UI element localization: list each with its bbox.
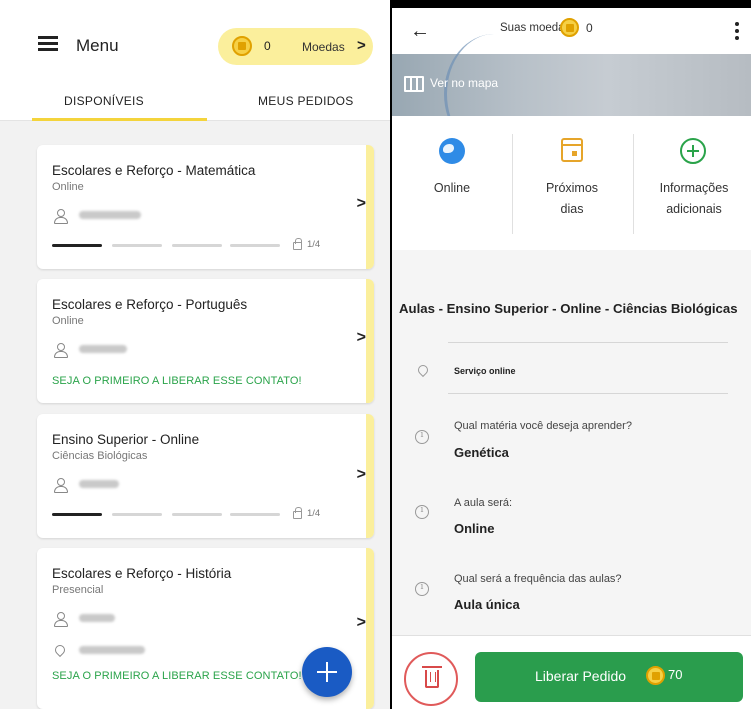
user-icon — [54, 612, 68, 627]
question-label: A aula será: — [454, 497, 513, 509]
progress-count: 1/4 — [307, 239, 321, 250]
card-subtitle: Online — [52, 181, 84, 193]
progress-segment — [172, 244, 222, 247]
question-label: Qual será a frequência das aulas? — [454, 573, 622, 585]
trash-icon — [422, 666, 442, 688]
lock-icon — [293, 507, 302, 519]
active-tab-indicator — [32, 118, 207, 121]
chevron-right-icon: > — [356, 329, 366, 346]
card-accent — [366, 145, 374, 269]
hamburger-menu-icon[interactable] — [38, 36, 58, 52]
user-icon — [54, 478, 68, 493]
plus-circle-icon — [680, 138, 706, 164]
info-online: Online — [392, 116, 512, 250]
divider — [448, 342, 728, 343]
menu-label: Menu — [76, 36, 119, 55]
card-title: Escolares e Reforço - Português — [52, 297, 248, 312]
question-answer: Online — [454, 521, 495, 536]
request-card[interactable]: Ensino Superior - Online Ciências Biológ… — [37, 414, 374, 538]
card-title: Escolares e Reforço - Matemática — [52, 163, 256, 178]
info-label: Próximos dias — [545, 181, 599, 216]
calendar-icon — [561, 138, 583, 162]
request-card[interactable]: Escolares e Reforço - Matemática Online … — [37, 145, 374, 269]
progress-segment — [230, 244, 280, 247]
progress-segment — [172, 513, 222, 516]
progress-segment — [230, 513, 280, 516]
action-bar: Liberar Pedido 70 — [392, 635, 751, 709]
release-cost: 70 — [668, 667, 683, 682]
blurred-client-name — [79, 211, 141, 219]
chevron-right-icon: > — [357, 37, 366, 54]
chevron-right-icon: > — [356, 614, 366, 631]
tab-available[interactable]: DISPONÍVEIS — [64, 94, 144, 108]
card-subtitle: Presencial — [52, 584, 104, 596]
delete-button[interactable] — [404, 652, 458, 706]
coin-icon — [232, 36, 252, 56]
first-to-release-cta: SEJA O PRIMEIRO A LIBERAR ESSE CONTATO! — [52, 670, 302, 682]
coin-icon — [560, 18, 579, 37]
question-answer: Aula única — [454, 597, 520, 612]
request-card[interactable]: Escolares e Reforço - Português Online >… — [37, 279, 374, 403]
progress-segment — [112, 244, 162, 247]
map-banner[interactable]: Ver no mapa — [392, 34, 751, 154]
info-icon — [415, 505, 429, 519]
coins-label: Moedas — [302, 40, 345, 54]
card-accent — [366, 279, 374, 403]
info-icon — [415, 430, 429, 444]
question-label: Qual matéria você deseja aprender? — [454, 420, 632, 432]
coins-count: 0 — [264, 39, 271, 53]
info-additional[interactable]: Informações adicionais — [633, 116, 751, 250]
question-answer: Genética — [454, 445, 509, 460]
blurred-client-name — [79, 345, 127, 353]
card-title: Ensino Superior - Online — [52, 432, 200, 447]
coins-value: 0 — [586, 21, 593, 35]
globe-icon — [439, 138, 465, 164]
back-arrow-icon[interactable]: ← — [410, 20, 430, 43]
requests-list-screen: Menu 0 Moedas > DISPONÍVEIS MEUS PEDIDOS… — [0, 0, 390, 709]
more-options-icon[interactable] — [735, 22, 739, 43]
lock-icon — [293, 238, 302, 250]
app-header: Menu 0 Moedas > DISPONÍVEIS MEUS PEDIDOS — [0, 0, 390, 121]
chevron-right-icon: > — [356, 195, 366, 212]
release-label: Liberar Pedido — [535, 668, 627, 684]
first-to-release-cta: SEJA O PRIMEIRO A LIBERAR ESSE CONTATO! — [52, 375, 302, 387]
progress-count: 1/4 — [307, 508, 321, 519]
coins-button[interactable]: 0 Moedas > — [218, 28, 373, 65]
release-request-button[interactable]: Liberar Pedido 70 — [475, 652, 743, 702]
blurred-client-name — [79, 480, 119, 488]
add-button[interactable] — [302, 647, 352, 697]
progress-segment — [52, 244, 102, 247]
info-icon — [415, 582, 429, 596]
progress-segment — [112, 513, 162, 516]
info-label: Online — [433, 181, 471, 195]
card-accent — [366, 548, 374, 709]
user-icon — [54, 343, 68, 358]
info-label: Informações adicionais — [659, 181, 729, 216]
user-icon — [54, 209, 68, 224]
tab-my-requests[interactable]: MEUS PEDIDOS — [258, 94, 354, 108]
chevron-right-icon: > — [356, 466, 366, 483]
progress-segment — [52, 513, 102, 516]
card-subtitle: Online — [52, 315, 84, 327]
card-title: Escolares e Reforço - História — [52, 566, 232, 581]
blurred-address — [79, 646, 145, 654]
card-accent — [366, 414, 374, 538]
location-pin-icon — [52, 642, 68, 658]
request-title: Aulas - Ensino Superior - Online - Ciênc… — [399, 301, 738, 316]
coin-icon — [646, 666, 665, 685]
request-info-row: Online Próximos dias Informações adicion… — [392, 116, 751, 250]
service-location: Serviço online — [454, 366, 516, 376]
info-next-days: Próximos dias — [512, 116, 632, 250]
divider — [448, 393, 728, 394]
map-icon — [404, 76, 424, 92]
card-subtitle: Ciências Biológicas — [52, 450, 148, 462]
view-on-map-label: Ver no mapa — [430, 76, 499, 90]
request-detail-screen: ← Suas moedas: 0 Ver no mapa Online Próx… — [392, 0, 751, 709]
detail-header: ← Suas moedas: 0 — [392, 8, 751, 54]
blurred-client-name — [79, 614, 115, 622]
